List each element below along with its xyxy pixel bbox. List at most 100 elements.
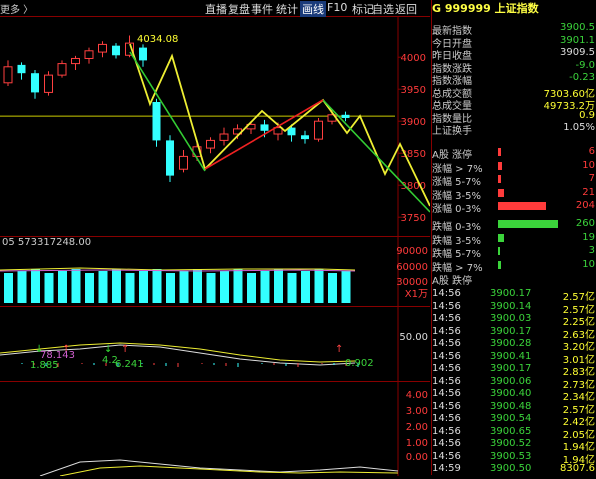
distribution-label: A股 跌停 [432,276,473,287]
tick-amount: 8307.6 [560,463,595,474]
candle-body [84,50,94,59]
distribution-count: 21 [582,186,595,198]
stat-label: 上证换手 [432,126,472,137]
candlestick-chart[interactable]: 400039503900385038003750 [0,16,431,236]
distribution-row: 涨幅 5-7% 7 [432,173,596,188]
toolbar-tab-1[interactable]: 复盘 [228,1,250,17]
price-tick-1: 3950 [401,85,426,96]
volume-bar [112,269,121,303]
price-chart[interactable]: 4000 3950 3900 3850 3800 3750 4034.08 [0,16,431,236]
volume-chart[interactable]: 05 573317248.00 90000 60000 30000 X1万 [0,236,430,307]
distribution-count: 260 [575,218,595,229]
price-tick-5: 3750 [401,213,426,224]
tick-time: 14:56 [432,325,461,337]
distribution-row: 跌幅 5-7% 3 [432,245,596,260]
toolbar-tab-3[interactable]: 统计 [276,1,298,17]
distribution-bar [498,188,504,197]
tick-price: 3900.50 [490,463,532,474]
more-button[interactable]: 更多 〉 [0,1,33,16]
candle-body [3,66,13,84]
volume-title: 05 573317248.00 [2,237,92,248]
volume-bar [287,273,297,303]
candle-body [17,64,26,74]
tick-row: 14:56 3900.65 2.05亿 [432,425,596,441]
stat-value: 3900.5 [560,22,595,33]
toolbar-tab-5[interactable]: F10 [327,1,347,14]
tick-row: 14:56 3900.17 2.63亿 [432,325,596,341]
distribution-count: 7 [588,173,595,184]
distribution-row: A股 涨停 6 [432,146,596,161]
indicator-chart[interactable]: ↓ ↑ ↓ ↑ ↑ 78.143 1.885 4.2 6.241 0.902 50.00 [0,306,430,382]
volume-bar [314,269,324,303]
tick-time: 14:56 [432,388,461,399]
tick-time: 14:56 [432,425,461,437]
stat-value: 0.9 [579,109,595,121]
tick-price: 3900.41 [490,350,532,362]
tick-row: 14:56 3900.40 2.34亿 [432,388,596,403]
osc-tick-0: 4.00 [405,390,428,401]
signal-arrow-icon: ↓ [104,344,112,355]
quote-panel: G 999999 上证指数 最新指数 3900.5 今日开盘 3901.1 昨日收盘 39… [431,0,596,475]
toolbar-tab-2[interactable]: 事件 [251,1,273,17]
signal-arrow-icon: ↑ [121,344,129,355]
toolbar-tab-6[interactable]: 标记 [352,1,374,17]
candle-body [152,102,161,141]
tick-price: 3900.53 [490,450,532,462]
signal-arrow-icon: ↑ [335,344,343,355]
indicator-value-4: 6.241 [115,359,144,370]
distribution-count: 10 [582,258,595,270]
distribution-bar [498,148,501,156]
tick-row: 14:56 3900.52 1.94亿 [432,438,596,453]
tick-price: 3900.14 [490,300,532,312]
volume-bar [58,271,67,303]
tick-time: 14:56 [432,450,461,462]
volume-tick-1: 60000 [396,262,428,273]
toolbar-tab-0[interactable]: 直播 [205,1,227,17]
toolbar-tab-8[interactable]: 返回 [395,1,417,17]
tick-price: 3900.52 [490,438,532,449]
distribution-row: 跌幅 3-5% 19 [432,231,596,247]
price-tick-2: 3900 [401,117,426,128]
volume-bar [17,271,27,303]
volume-bar [71,269,81,303]
candle-body [341,114,350,118]
tick-time: 14:59 [432,463,461,474]
candle-body [206,139,215,149]
candle-body [301,135,309,140]
tick-row: 14:56 3900.53 1.94亿 [432,450,596,466]
tick-price: 3900.17 [490,325,532,337]
osc-tick-4: 0.00 [405,452,428,463]
distribution-bar [498,260,501,269]
volume-bar [31,269,40,303]
distribution-count: 3 [588,245,595,256]
tick-price: 3900.54 [490,413,532,424]
volume-bar [233,269,243,303]
distribution-bar [498,247,500,255]
tick-price: 3900.17 [490,288,532,299]
tick-time: 14:56 [432,375,461,387]
tick-row: 14:56 3900.17 2.83亿 [432,363,596,378]
stat-row: 今日开盘 3901.1 [432,34,596,50]
price-tick-0: 4000 [401,53,426,64]
toolbar-tab-7[interactable]: 自选 [372,1,394,17]
volume-bar [328,273,337,303]
candle-body [260,124,269,131]
tick-time: 14:56 [432,288,461,299]
volume-tick-0: 90000 [396,246,428,257]
volume-bar [220,271,229,303]
volume-bar [274,269,283,303]
distribution-bar [498,220,558,228]
tick-row: 14:56 3900.41 3.01亿 [432,350,596,366]
toolbar-tab-4[interactable]: 画线 [300,1,326,17]
distribution-row: A股 跌停 [432,272,596,287]
distribution-count: 19 [582,231,595,243]
candle-body [31,73,39,93]
volume-bar [260,271,270,303]
tick-row: 14:56 3900.54 2.42亿 [432,413,596,428]
stat-value: 3901.1 [560,34,595,46]
oscillator-chart[interactable]: 4.00 3.00 2.00 1.00 0.00 [0,381,430,477]
tick-price: 3900.40 [490,388,532,399]
stat-row: 指数量比 0.9 [432,109,596,125]
candle-body [139,47,147,61]
tick-price: 3900.06 [490,375,532,387]
